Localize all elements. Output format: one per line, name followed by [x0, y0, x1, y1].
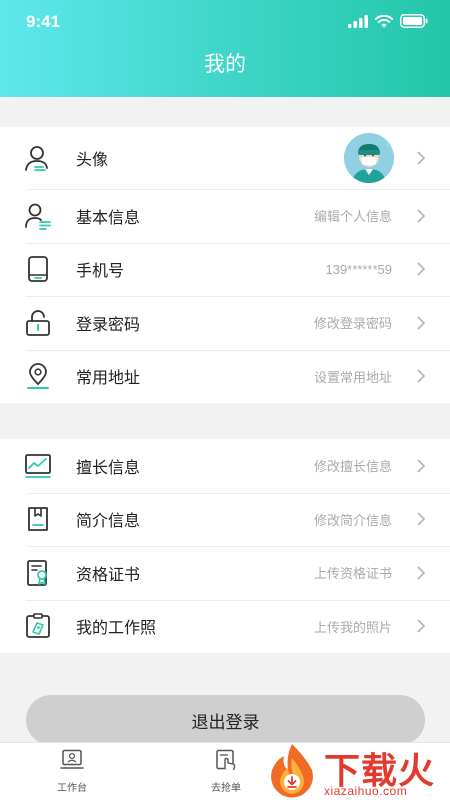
- row-basic-info[interactable]: 基本信息 编辑个人信息: [0, 189, 450, 243]
- row-label: 擅长信息: [76, 459, 141, 477]
- row-phone[interactable]: 手机号 139******59: [0, 242, 450, 297]
- professional-card: 擅长信息 修改擅长信息 简介信息 修改简介信息 资格证书 上传资格证书 我的工作…: [0, 439, 450, 653]
- tab-label: 去抢单: [211, 783, 241, 794]
- row-value: 139******59: [325, 261, 392, 277]
- row-label: 简介信息: [76, 513, 141, 531]
- chevron-right-icon: [417, 619, 426, 633]
- row-address[interactable]: 常用地址 设置常用地址: [0, 349, 450, 404]
- book-icon: [28, 507, 48, 532]
- row-value: 上传我的照片: [313, 619, 392, 635]
- header: 9:41 我的: [0, 0, 450, 97]
- chevron-right-icon: [417, 369, 426, 383]
- status-time: 9:41: [26, 12, 61, 31]
- row-value: 修改简介信息: [313, 512, 392, 528]
- row-certificate[interactable]: 资格证书 上传资格证书: [0, 546, 450, 600]
- watermark: 下载火 xiazaihuo.com: [262, 740, 450, 800]
- watermark-url: xiazaihuo.com: [324, 784, 408, 798]
- location-icon: [27, 363, 49, 390]
- row-value: 设置常用地址: [313, 369, 392, 385]
- logout-button[interactable]: 退出登录: [26, 695, 425, 745]
- tab-grab-order[interactable]: 去抢单: [181, 749, 271, 794]
- wifi-icon: [375, 14, 393, 27]
- row-label: 头像: [76, 152, 109, 169]
- battery-icon: [400, 14, 428, 28]
- chevron-right-icon: [417, 262, 426, 276]
- row-specialty[interactable]: 擅长信息 修改擅长信息: [0, 439, 450, 493]
- row-label: 基本信息: [76, 209, 141, 227]
- phone-icon: [28, 256, 48, 283]
- user-info-icon: [25, 203, 51, 230]
- chevron-right-icon: [417, 316, 426, 330]
- row-value: 修改登录密码: [313, 316, 392, 332]
- row-avatar[interactable]: 头像: [0, 127, 450, 189]
- row-introduction[interactable]: 简介信息 修改简介信息: [0, 492, 450, 547]
- status-icons: [348, 14, 428, 28]
- row-label: 登录密码: [76, 316, 141, 334]
- lock-icon: [26, 309, 50, 336]
- profile-card: 头像 基本信息 编辑个人信息 手机号 139******59 登录密码 修改登录…: [0, 127, 450, 403]
- chevron-right-icon: [417, 209, 426, 223]
- avatar[interactable]: [344, 133, 394, 183]
- chevron-right-icon: [417, 151, 426, 165]
- tab-workbench[interactable]: 工作台: [27, 749, 117, 794]
- row-password[interactable]: 登录密码 修改登录密码: [0, 296, 450, 350]
- workbench-icon: [60, 749, 84, 769]
- row-value: 修改擅长信息: [313, 459, 392, 475]
- row-work-photo[interactable]: 我的工作照 上传我的照片: [0, 599, 450, 654]
- status-bar: 9:41: [0, 0, 450, 44]
- row-value: 编辑个人信息: [313, 209, 392, 225]
- tab-label: 工作台: [57, 783, 87, 794]
- row-label: 我的工作照: [76, 620, 157, 638]
- signal-icon: [348, 14, 368, 28]
- chevron-right-icon: [417, 566, 426, 580]
- row-label: 常用地址: [76, 370, 141, 388]
- row-label: 资格证书: [76, 566, 141, 584]
- photo-icon: [26, 613, 50, 639]
- chevron-right-icon: [417, 459, 426, 473]
- row-label: 手机号: [76, 263, 125, 281]
- user-icon: [25, 146, 48, 171]
- chart-icon: [25, 453, 51, 478]
- page-title: 我的: [204, 53, 246, 76]
- certificate-icon: [27, 559, 47, 586]
- flame-logo-icon: [271, 744, 313, 798]
- chevron-right-icon: [417, 512, 426, 526]
- grab-order-icon: [216, 749, 236, 771]
- row-value: 上传资格证书: [313, 566, 392, 582]
